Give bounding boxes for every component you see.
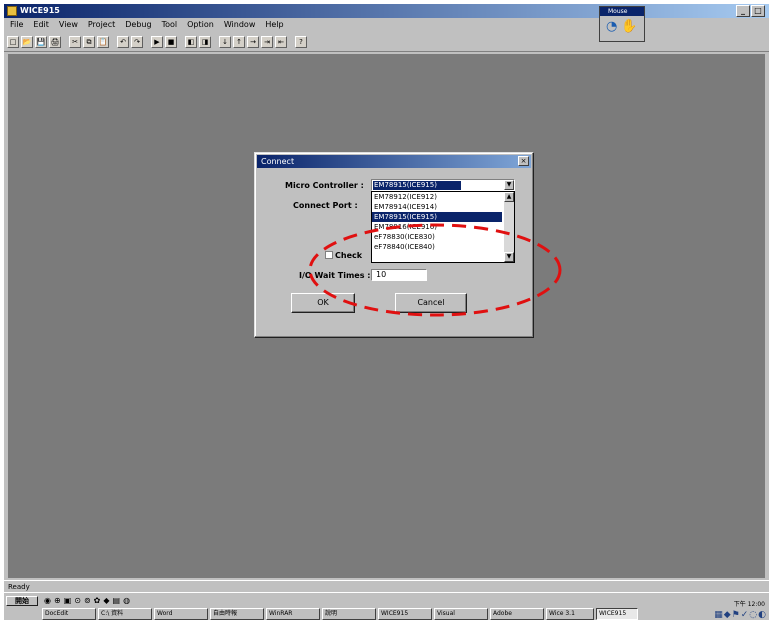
quick-launch-icon[interactable]: ✿ (94, 595, 101, 606)
quick-launch-icon[interactable]: ◆ (103, 595, 109, 606)
dropdown-arrow-icon[interactable]: ▼ (504, 180, 514, 190)
menu-debug[interactable]: Debug (125, 18, 151, 32)
task-buttons: DocEdit C:\ 資料 Word 自由時報 WinRAR 說明 WICE9… (42, 608, 638, 620)
cancel-button[interactable]: Cancel (395, 293, 467, 313)
system-tray: 下午 12:00 ▦◆⚑✓◌◐ (685, 601, 769, 621)
dropdown-item[interactable]: eF78840(ICE840) (372, 242, 502, 252)
menu-help[interactable]: Help (265, 18, 283, 32)
menu-tool[interactable]: Tool (162, 18, 178, 32)
window-controls: _ □ (736, 5, 765, 17)
micro-controller-label: Micro Controller : (285, 181, 364, 190)
menu-window[interactable]: Window (224, 18, 256, 32)
help-button[interactable]: ? (295, 35, 307, 48)
quick-launch-icon[interactable]: ⊚ (84, 595, 91, 606)
hand-icon[interactable]: ✋ (621, 20, 637, 34)
print-button[interactable]: 🖨 (49, 35, 61, 48)
panel-right-button[interactable]: ◨ (199, 35, 211, 48)
quick-launch-icon[interactable]: ⊕ (54, 595, 61, 606)
palette-title: Mouse (600, 7, 644, 16)
task-button[interactable]: Wice 3.1 (546, 608, 594, 620)
status-bar: Ready (4, 580, 769, 592)
dialog-title-bar: Connect × (257, 155, 531, 168)
step-over-button[interactable]: → (247, 35, 259, 48)
save-button[interactable]: 💾 (35, 35, 47, 48)
check-label: Check (335, 251, 363, 260)
taskbar: 開始 ◉ ⊕ ▣ ⊙ ⊚ ✿ ◆ ▤ ◍ DocEdit C:\ 資料 Word… (4, 592, 769, 620)
start-button[interactable]: 開始 (6, 596, 38, 606)
menu-bar: File Edit View Project Debug Tool Option… (4, 18, 769, 32)
go-to-cursor-button[interactable]: ⇥ (261, 35, 273, 48)
micro-controller-dropdown-list[interactable]: EM78912(ICE912) EM78914(ICE914) EM78915(… (371, 191, 515, 263)
task-button[interactable]: DocEdit (42, 608, 96, 620)
menu-view[interactable]: View (59, 18, 78, 32)
task-button[interactable]: 自由時報 (210, 608, 264, 620)
minimize-button[interactable]: _ (736, 5, 750, 17)
globe-icon[interactable]: ◔ (606, 20, 617, 34)
quick-launch-icon[interactable]: ◉ (44, 595, 51, 606)
dropdown-item[interactable]: EM78912(ICE912) (372, 192, 502, 202)
dropdown-item-selected[interactable]: EM78915(ICE915) (372, 212, 502, 222)
scroll-down-icon[interactable]: ▼ (504, 252, 514, 262)
connect-port-label: Connect Port : (293, 201, 358, 210)
quick-launch-icon[interactable]: ▤ (113, 595, 121, 606)
task-button[interactable]: Adobe (490, 608, 544, 620)
task-button[interactable]: WICE915 (378, 608, 432, 620)
go-back-button[interactable]: ⇤ (275, 35, 287, 48)
dropdown-item[interactable]: EM78916(ICE916) (372, 222, 502, 232)
clock[interactable]: 下午 12:00 (734, 601, 765, 609)
panel-left-button[interactable]: ◧ (185, 35, 197, 48)
dropdown-item[interactable]: eF78830(ICE830) (372, 232, 502, 242)
task-button[interactable]: Word (154, 608, 208, 620)
copy-button[interactable]: ⧉ (83, 35, 95, 48)
app-icon (7, 6, 17, 16)
menu-file[interactable]: File (10, 18, 23, 32)
mouse-palette[interactable]: Mouse ◔ ✋ (599, 6, 645, 42)
connect-dialog: Connect × Micro Controller : EM78915(ICE… (254, 152, 534, 338)
io-wait-times-input[interactable]: 10 (371, 269, 427, 281)
task-button[interactable]: WinRAR (266, 608, 320, 620)
maximize-button[interactable]: □ (751, 5, 765, 17)
task-button-active[interactable]: WICE915 (596, 608, 638, 620)
dialog-title: Connect (261, 157, 295, 166)
task-button[interactable]: 說明 (322, 608, 376, 620)
quick-launch-icon[interactable]: ⊙ (74, 595, 81, 606)
new-file-button[interactable]: □ (7, 35, 19, 48)
stop-button[interactable]: ■ (165, 35, 177, 48)
redo-button[interactable]: ↷ (131, 35, 143, 48)
tray-icons[interactable]: ▦◆⚑✓◌◐ (714, 610, 767, 620)
toolbar: □ 📂 💾 🖨 ✂ ⧉ 📋 ↶ ↷ ▶ ■ ◧ ◨ ↓ ↑ → ⇥ ⇤ ? (4, 32, 769, 52)
dropdown-scrollbar[interactable]: ▲ ▼ (504, 192, 514, 262)
undo-button[interactable]: ↶ (117, 35, 129, 48)
quick-launch: ◉ ⊕ ▣ ⊙ ⊚ ✿ ◆ ▤ ◍ (44, 595, 130, 606)
check-checkbox[interactable] (325, 251, 333, 259)
palette-icons: ◔ ✋ (600, 16, 644, 38)
step-into-button[interactable]: ↓ (219, 35, 231, 48)
quick-launch-icon[interactable]: ◍ (123, 595, 130, 606)
menu-edit[interactable]: Edit (33, 18, 49, 32)
open-file-button[interactable]: 📂 (21, 35, 33, 48)
quick-launch-icon[interactable]: ▣ (64, 595, 72, 606)
task-button[interactable]: C:\ 資料 (98, 608, 152, 620)
paste-button[interactable]: 📋 (97, 35, 109, 48)
scroll-up-icon[interactable]: ▲ (504, 192, 514, 202)
dropdown-item[interactable]: EM78914(ICE914) (372, 202, 502, 212)
step-out-button[interactable]: ↑ (233, 35, 245, 48)
title-bar: WICE915 _ □ (4, 4, 769, 18)
micro-controller-value: EM78915(ICE915) (373, 181, 461, 190)
io-wait-times-label: I/O Wait Times : (299, 271, 371, 280)
menu-option[interactable]: Option (187, 18, 214, 32)
ok-button[interactable]: OK (291, 293, 355, 313)
task-button[interactable]: Visual (434, 608, 488, 620)
dialog-close-button[interactable]: × (518, 156, 529, 166)
run-button[interactable]: ▶ (151, 35, 163, 48)
micro-controller-select[interactable]: EM78915(ICE915) ▼ (371, 179, 515, 191)
window-title: WICE915 (20, 6, 60, 15)
cut-button[interactable]: ✂ (69, 35, 81, 48)
menu-project[interactable]: Project (88, 18, 115, 32)
